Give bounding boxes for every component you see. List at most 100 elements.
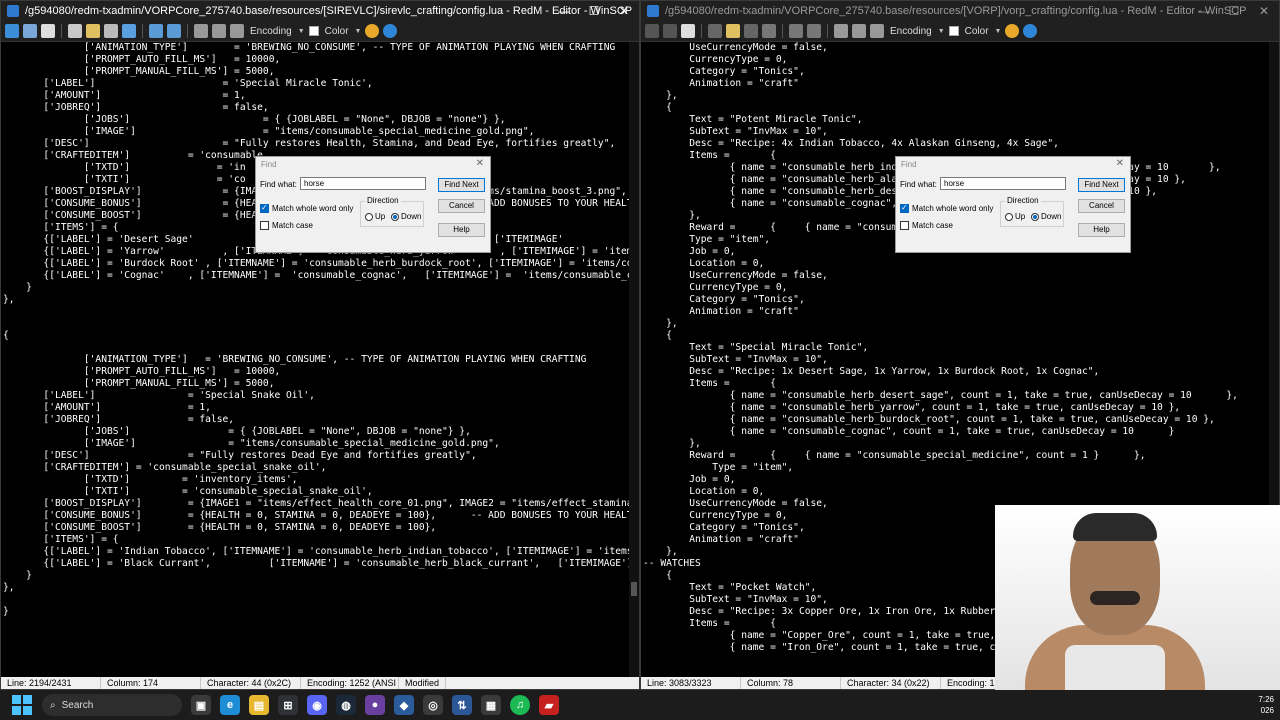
- chevron-down-icon[interactable]: ▼: [355, 28, 362, 35]
- save-icon[interactable]: [645, 24, 659, 38]
- paste-icon[interactable]: [86, 24, 100, 38]
- editor-window-left[interactable]: /g594080/redm-txadmin/VORPCore_275740.ba…: [0, 0, 640, 690]
- code-line[interactable]: },: [643, 438, 1279, 450]
- code-line[interactable]: ['PROMPT_MANUAL_FILL_MS'] = 5000,: [3, 66, 639, 78]
- chrome-icon[interactable]: ◎: [423, 695, 443, 715]
- find-next-button[interactable]: Find Next: [1078, 178, 1125, 192]
- maximize-icon[interactable]: ☐: [579, 1, 609, 21]
- code-line[interactable]: {: [643, 102, 1279, 114]
- code-line[interactable]: ['JOBS'] = { {JOBLABEL = "None", DBJOB =…: [3, 426, 639, 438]
- close-icon[interactable]: ✕: [1116, 158, 1124, 169]
- help-button[interactable]: Help: [1078, 223, 1125, 237]
- code-line[interactable]: ['TXTD'] = 'inventory_items',: [3, 474, 639, 486]
- gear-icon[interactable]: [1005, 24, 1020, 38]
- code-line[interactable]: SubText = "InvMax = 10",: [643, 126, 1279, 138]
- find-what-input[interactable]: horse: [940, 177, 1066, 190]
- find-dialog[interactable]: Find ✕ Find what: horse Find Next Cancel …: [895, 156, 1131, 253]
- checkbox-checked[interactable]: [900, 203, 909, 213]
- file-explorer-icon[interactable]: ▤: [249, 695, 269, 715]
- checkbox-unchecked[interactable]: [260, 221, 269, 230]
- windows-start-icon[interactable]: [12, 695, 32, 715]
- task-view-icon[interactable]: ▣: [191, 695, 211, 715]
- store-icon[interactable]: ⊞: [278, 695, 298, 715]
- cut-icon[interactable]: [68, 24, 82, 38]
- code-line[interactable]: ['AMOUNT'] = 1,: [3, 90, 639, 102]
- cancel-button[interactable]: Cancel: [438, 199, 485, 213]
- code-line[interactable]: Type = "item",: [643, 462, 1279, 474]
- code-line[interactable]: Animation = "craft": [643, 306, 1279, 318]
- code-line[interactable]: },: [643, 318, 1279, 330]
- code-line[interactable]: [3, 618, 639, 630]
- system-clock[interactable]: 7:26 026: [1258, 694, 1274, 716]
- code-line[interactable]: }: [3, 282, 639, 294]
- save-all-icon[interactable]: [663, 24, 677, 38]
- code-line[interactable]: Items = {: [643, 378, 1279, 390]
- vertical-scrollbar[interactable]: [629, 42, 639, 677]
- color-checkbox[interactable]: [308, 26, 319, 36]
- minimize-icon[interactable]: —: [549, 1, 579, 21]
- close-icon[interactable]: ✕: [1249, 1, 1279, 21]
- code-line[interactable]: ['PROMPT_AUTO_FILL_MS'] = 10000,: [3, 54, 639, 66]
- chevron-down-icon[interactable]: ▼: [938, 28, 945, 35]
- code-line[interactable]: ['CONSUME_BOOST'] = {HEALTH = 0, STAMINA…: [3, 522, 639, 534]
- find-icon[interactable]: [834, 24, 848, 38]
- replace-icon[interactable]: [212, 24, 226, 38]
- code-line[interactable]: {['LABEL'] = 'Indian Tobacco', ['ITEMNAM…: [3, 546, 639, 558]
- code-line[interactable]: ['LABEL'] = 'Special Miracle Tonic',: [3, 78, 639, 90]
- direction-up-radio[interactable]: Up: [1005, 212, 1025, 221]
- code-line[interactable]: UseCurrencyMode = false,: [643, 270, 1279, 282]
- radio-off[interactable]: [365, 212, 373, 221]
- find-next-button[interactable]: Find Next: [438, 178, 485, 192]
- code-line[interactable]: ['JOBREQ'] = false,: [3, 414, 639, 426]
- code-line[interactable]: ['IMAGE'] = "items/consumable_special_me…: [3, 126, 639, 138]
- close-icon[interactable]: ✕: [609, 1, 639, 21]
- app-icon[interactable]: ◆: [394, 695, 414, 715]
- code-line[interactable]: ['PROMPT_AUTO_FILL_MS'] = 10000,: [3, 366, 639, 378]
- code-line[interactable]: Job = 0,: [643, 474, 1279, 486]
- code-line[interactable]: [3, 654, 639, 666]
- code-line[interactable]: Location = 0,: [643, 486, 1279, 498]
- save-all-icon[interactable]: [23, 24, 37, 38]
- code-editor[interactable]: ['ANIMATION_TYPE'] = 'BREWING_NO_CONSUME…: [1, 42, 639, 677]
- code-line[interactable]: { name = "consumable_herb_desert_sage", …: [643, 390, 1279, 402]
- help-icon[interactable]: [1023, 24, 1038, 38]
- help-button[interactable]: Help: [438, 223, 485, 237]
- taskbar-search[interactable]: ⌕ Search: [42, 694, 182, 716]
- code-line[interactable]: [3, 318, 639, 330]
- maximize-icon[interactable]: ☐: [1219, 1, 1249, 21]
- code-line[interactable]: {['LABEL'] = 'Burdock Root' , ['ITEMNAME…: [3, 258, 639, 270]
- code-line[interactable]: }: [3, 570, 639, 582]
- spotify-icon[interactable]: ♫: [510, 695, 530, 715]
- match-case-checkbox[interactable]: Match case: [260, 221, 313, 230]
- close-file-icon[interactable]: [41, 24, 55, 38]
- radio-on[interactable]: [391, 212, 399, 221]
- encoding-button[interactable]: Encoding: [888, 26, 934, 37]
- replace-icon[interactable]: [852, 24, 866, 38]
- code-line[interactable]: ['CRAFTEDITEM'] = 'consumable_special_sn…: [3, 462, 639, 474]
- code-line[interactable]: Desc = "Recipe: 1x Desert Sage, 1x Yarro…: [643, 366, 1279, 378]
- redo-icon[interactable]: [167, 24, 181, 38]
- edge-icon[interactable]: e: [220, 695, 240, 715]
- delete-icon[interactable]: [104, 24, 118, 38]
- chevron-down-icon[interactable]: ▼: [298, 28, 305, 35]
- direction-down-radio[interactable]: Down: [391, 212, 421, 221]
- code-line[interactable]: { name = "consumable_herb_burdock_root",…: [643, 414, 1279, 426]
- paste-icon[interactable]: [726, 24, 740, 38]
- discord-icon[interactable]: ◉: [307, 695, 327, 715]
- code-line[interactable]: },: [3, 294, 639, 306]
- steam-icon[interactable]: ◍: [336, 695, 356, 715]
- code-line[interactable]: ['CONSUME_BONUS'] = {HEALTH = 0, STAMINA…: [3, 510, 639, 522]
- code-line[interactable]: [3, 642, 639, 654]
- code-line[interactable]: ['ANIMATION_TYPE'] = 'BREWING_NO_CONSUME…: [3, 42, 639, 54]
- scrollbar-thumb[interactable]: [631, 582, 637, 596]
- match-case-checkbox[interactable]: Match case: [900, 221, 953, 230]
- select-all-icon[interactable]: [762, 24, 776, 38]
- code-line[interactable]: ['ANIMATION_TYPE'] = 'BREWING_NO_CONSUME…: [3, 354, 639, 366]
- select-all-icon[interactable]: [122, 24, 136, 38]
- winscp-icon[interactable]: ⇅: [452, 695, 472, 715]
- title-bar[interactable]: /g594080/redm-txadmin/VORPCore_275740.ba…: [641, 1, 1279, 21]
- code-line[interactable]: [3, 594, 639, 606]
- chevron-down-icon[interactable]: ▼: [995, 28, 1002, 35]
- code-line[interactable]: },: [643, 90, 1279, 102]
- goto-line-icon[interactable]: [230, 24, 244, 38]
